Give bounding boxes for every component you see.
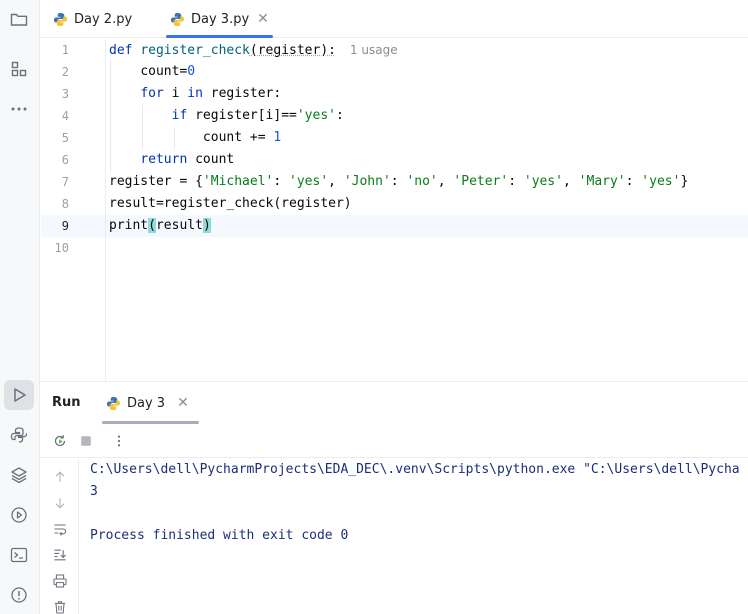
scroll-to-end-button[interactable]	[50, 545, 70, 565]
run-tab-label: Day 3	[127, 396, 165, 411]
line-number: 1	[45, 43, 69, 57]
close-icon[interactable]: ✕	[177, 395, 189, 411]
rerun-icon	[51, 432, 69, 450]
more-actions-button[interactable]	[109, 431, 129, 451]
tab-day3[interactable]: Day 3.py ✕	[170, 0, 269, 38]
code-line-2: count=0	[109, 61, 748, 83]
line-number: 5	[45, 131, 69, 145]
code-line-6: return count	[109, 149, 748, 171]
more-icon	[9, 99, 29, 119]
run-title: Run	[52, 395, 81, 410]
stop-button[interactable]	[76, 431, 96, 451]
line-number: 2	[45, 65, 69, 79]
scroll-to-end-icon	[52, 547, 68, 563]
structure-icon	[9, 59, 29, 79]
tab-label: Day 3.py	[191, 12, 249, 27]
console-line: 3	[90, 481, 98, 503]
down-arrow-icon	[52, 495, 68, 511]
terminal-icon	[9, 545, 29, 565]
scroll-down-button[interactable]	[50, 493, 70, 513]
code-line-10	[109, 237, 748, 259]
python-file-icon	[170, 12, 185, 27]
left-tool-strip	[0, 0, 40, 614]
python-console-icon	[9, 425, 29, 445]
console-side-toolbar	[41, 459, 79, 614]
up-arrow-icon	[52, 469, 68, 485]
code-line-8: result=register_check(register)	[109, 193, 748, 215]
print-icon	[52, 573, 68, 589]
folder-icon	[9, 9, 29, 29]
console-output[interactable]: C:\Users\dell\PycharmProjects\EDA_DEC\.v…	[90, 459, 748, 614]
console-line: Process finished with exit code 0	[90, 525, 348, 547]
line-number: 10	[45, 241, 69, 255]
code-line-9: print(result)	[109, 215, 748, 237]
run-header: Run Day 3 ✕	[41, 382, 748, 424]
code-line-5: count += 1	[109, 127, 748, 149]
close-icon[interactable]: ✕	[257, 11, 269, 27]
python-console-button[interactable]	[4, 420, 34, 450]
run-tool-button[interactable]	[4, 380, 34, 410]
print-button[interactable]	[50, 571, 70, 591]
run-toolbar	[41, 424, 748, 458]
run-config-tab[interactable]: Day 3 ✕	[104, 382, 189, 424]
soft-wrap-icon	[52, 521, 68, 537]
stop-icon	[78, 433, 94, 449]
line-number-current: 9	[45, 219, 69, 233]
more-tools-button[interactable]	[4, 94, 34, 124]
more-vertical-icon	[111, 433, 127, 449]
console-line: C:\Users\dell\PycharmProjects\EDA_DEC\.v…	[90, 459, 740, 481]
project-button[interactable]	[4, 4, 34, 34]
code-line-1: def register_check(register): 1 usage	[109, 39, 748, 61]
matched-paren: (	[148, 218, 156, 233]
layers-icon	[9, 465, 29, 485]
line-number: 7	[45, 175, 69, 189]
editor-tabs-bar: Day 2.py Day 3.py ✕	[41, 0, 748, 38]
packages-button[interactable]	[4, 460, 34, 490]
python-file-icon	[53, 12, 68, 27]
line-number: 6	[45, 153, 69, 167]
clear-console-button[interactable]	[50, 597, 70, 614]
scroll-up-button[interactable]	[50, 467, 70, 487]
usage-hint[interactable]: 1 usage	[350, 43, 398, 57]
line-number: 3	[45, 87, 69, 101]
services-icon	[9, 505, 29, 525]
python-file-icon	[106, 396, 121, 411]
tab-label: Day 2.py	[74, 12, 132, 27]
soft-wrap-button[interactable]	[50, 519, 70, 539]
trash-icon	[52, 599, 68, 614]
run-icon	[9, 385, 29, 405]
services-button[interactable]	[4, 500, 34, 530]
code-line-4: if register[i]=='yes':	[109, 105, 748, 127]
matched-paren: )	[203, 218, 211, 233]
code-line-7: register = {'Michael': 'yes', 'John': 'n…	[109, 171, 748, 193]
run-tool-window: Run Day 3 ✕ C:\Users\dell\PycharmProject…	[41, 381, 748, 614]
code-line-3: for i in register:	[109, 83, 748, 105]
terminal-button[interactable]	[4, 540, 34, 570]
line-number-gutter: 1 2 3 4 5 6 7 8 9 10	[41, 39, 106, 381]
line-number: 8	[45, 197, 69, 211]
problems-button[interactable]	[4, 580, 34, 610]
structure-button[interactable]	[4, 54, 34, 84]
rerun-button[interactable]	[50, 431, 70, 451]
code-editor[interactable]: 1 2 3 4 5 6 7 8 9 10 def register_check(…	[41, 39, 748, 381]
problems-icon	[9, 585, 29, 605]
line-number: 4	[45, 109, 69, 123]
tab-day2[interactable]: Day 2.py	[53, 0, 132, 38]
